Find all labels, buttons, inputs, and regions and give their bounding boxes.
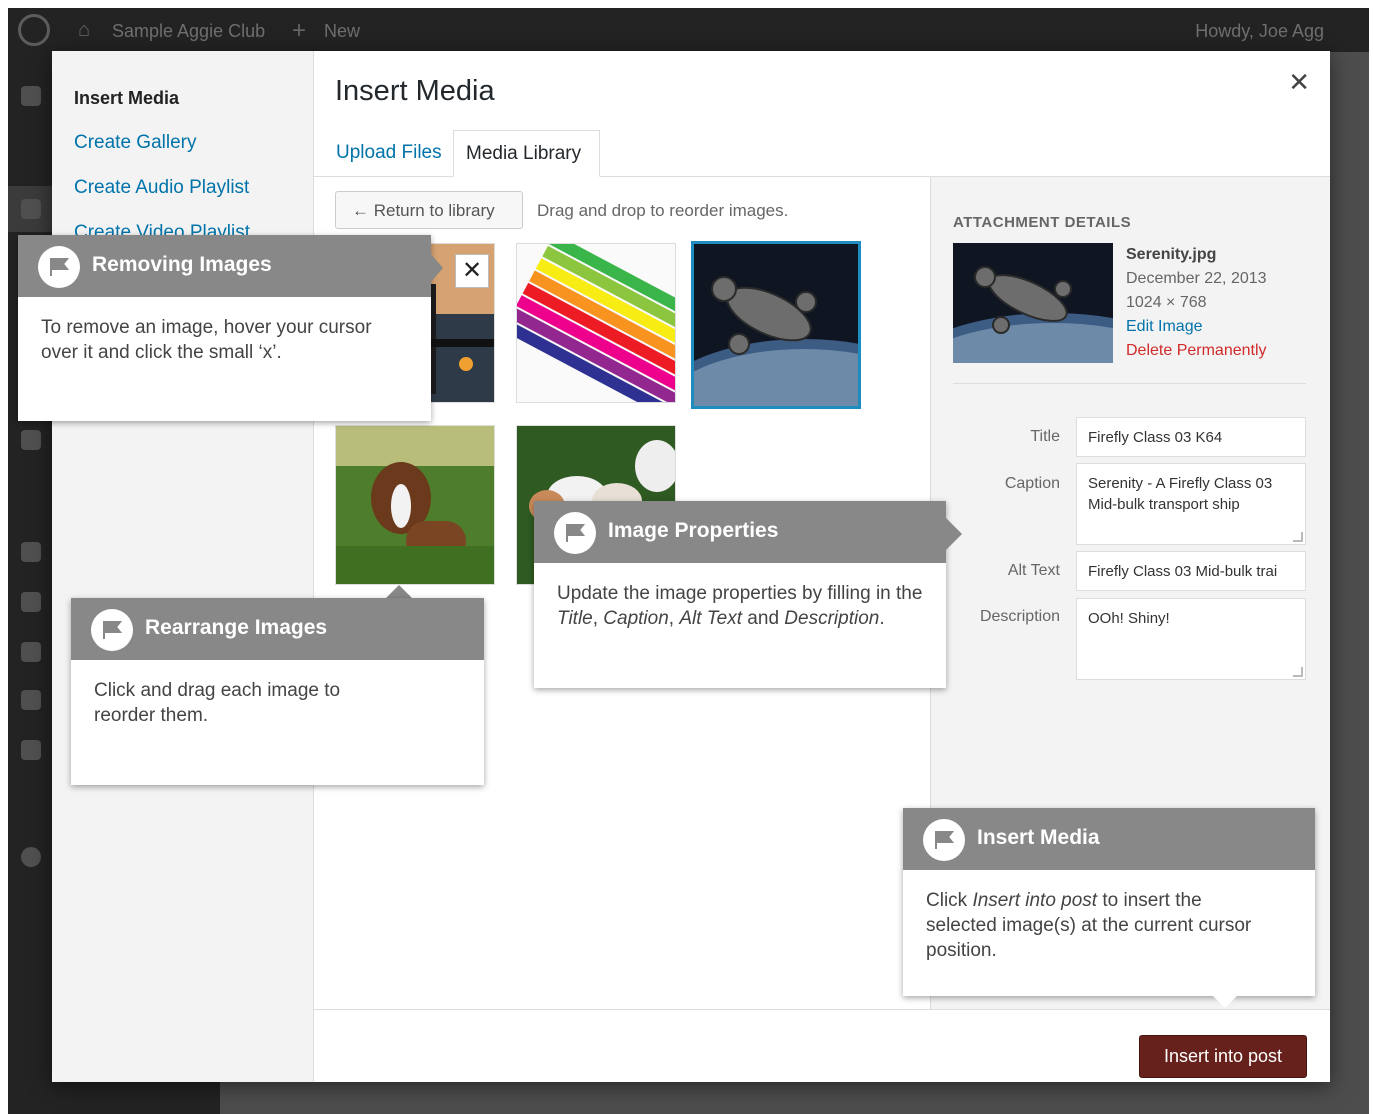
admin-side-menu [8,52,54,1114]
title-label: Title [1030,428,1060,445]
caption-field[interactable]: Serenity - A Firefly Class 03 Mid-bulk t… [1076,463,1306,545]
screen: ⌂ Sample Aggie Club + New Howdy, Joe Agg… [8,8,1369,1114]
attachment-details-heading: ATTACHMENT DETAILS [953,214,1132,231]
return-to-library-button[interactable]: ← Return to library [335,191,523,229]
tab-upload-files[interactable]: Upload Files [324,130,454,177]
edit-image-link[interactable]: Edit Image [1126,318,1202,336]
callout-title: Insert Media [977,826,1100,849]
dashboard-icon[interactable] [21,86,41,106]
bottom-strip [54,1082,220,1114]
resize-grip-icon[interactable] [1293,532,1303,542]
delete-permanently-link[interactable]: Delete Permanently [1126,342,1267,360]
new-link[interactable]: New [324,21,360,42]
collapse-menu-icon[interactable] [21,847,41,867]
howdy-user-link[interactable]: Howdy, Joe Agg [1195,21,1324,42]
menu-create-audio-playlist[interactable]: Create Audio Playlist [74,177,249,199]
callout-arrow [1213,996,1237,1008]
attachment-separator [953,383,1306,384]
tools-icon[interactable] [21,690,41,710]
admin-bar: ⌂ Sample Aggie Club + New Howdy, Joe Agg [8,8,1369,52]
thumbnail-serenity-selected[interactable] [691,241,861,409]
callout-header: Removing Images [18,235,431,297]
plus-icon[interactable]: + [292,17,306,45]
callout-insert-media: Insert Media Click Insert into post to i… [903,808,1315,996]
home-icon[interactable]: ⌂ [78,19,90,42]
callout-title: Image Properties [608,519,779,542]
site-name-link[interactable]: Sample Aggie Club [112,21,265,42]
flag-icon [554,512,596,554]
alt-text-field[interactable]: Firefly Class 03 Mid-bulk trai [1076,551,1306,591]
caption-text: Serenity - A Firefly Class 03 Mid-bulk t… [1088,475,1273,513]
callout-arrow [431,254,443,282]
attachment-preview [953,243,1113,363]
callout-image-properties: Image Properties Update the image proper… [534,501,946,688]
pin-icon[interactable] [21,199,41,219]
menu-insert-media[interactable]: Insert Media [74,88,179,109]
pages-icon[interactable] [21,430,41,450]
callout-title: Rearrange Images [145,616,328,639]
tab-media-library[interactable]: Media Library [453,130,600,177]
callout-rearrange-images: Rearrange Images Click and drag each ima… [71,598,484,785]
attachment-filename: Serenity.jpg [1126,246,1217,263]
menu-create-gallery[interactable]: Create Gallery [74,132,197,154]
insert-into-post-button[interactable]: Insert into post [1139,1035,1307,1078]
callout-header: Image Properties [534,501,946,563]
alt-text-label: Alt Text [1007,562,1060,579]
wordpress-logo-icon[interactable] [18,14,50,46]
settings-icon[interactable] [21,740,41,760]
callout-text: Update the image properties by filling i… [557,583,923,629]
description-label: Description [979,608,1060,625]
flag-icon [923,819,965,861]
drag-hint-text: Drag and drop to reorder images. [537,201,789,220]
resize-grip-icon[interactable] [1293,667,1303,677]
title-field[interactable]: Firefly Class 03 K64 [1076,417,1306,457]
callout-header: Insert Media [903,808,1315,870]
flag-icon [38,246,80,288]
thumbnail-boxer-dog[interactable] [335,425,495,585]
callout-text: To remove an image, hover your cursor ov… [41,317,372,363]
callout-text: Click Insert into post to insert the sel… [926,890,1252,961]
callout-removing-images: Removing Images To remove an image, hove… [18,235,431,421]
flag-icon [91,609,133,651]
users-icon[interactable] [21,642,41,662]
description-field[interactable]: OOh! Shiny! [1076,598,1306,680]
attachment-dimensions: 1024 × 768 [1126,294,1207,311]
description-text: OOh! Shiny! [1088,610,1170,627]
callout-arrow [385,585,413,599]
callout-text: Click and drag each image to reorder the… [94,680,341,726]
appearance-icon[interactable] [21,542,41,562]
caption-label: Caption [1004,475,1060,492]
callout-title: Removing Images [92,253,272,276]
callout-arrow [946,518,962,550]
callout-header: Rearrange Images [71,598,484,660]
modal-title: Insert Media [335,75,495,107]
thumbnail-pencils[interactable] [516,243,676,403]
plugins-icon[interactable] [21,592,41,612]
attachment-date: December 22, 2013 [1126,270,1267,287]
remove-image-icon[interactable]: ✕ [455,254,489,288]
close-icon[interactable]: ✕ [1288,67,1310,98]
media-frame-menu: Insert Media Create Gallery Create Audio… [52,51,314,1082]
